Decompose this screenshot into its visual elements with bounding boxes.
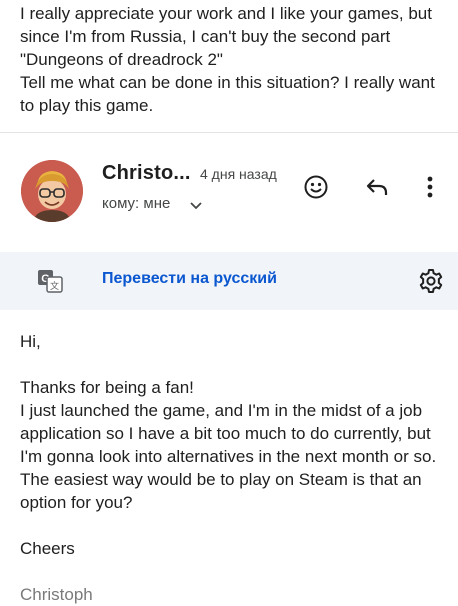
divider (0, 132, 458, 133)
closing: Cheers (20, 539, 75, 558)
smiley-icon[interactable] (301, 172, 331, 202)
previous-message-line: Tell me what can be done in this situati… (20, 73, 435, 115)
message-header: Christo... 4 дня назад кому: мне (0, 150, 458, 240)
translate-link[interactable]: Перевести на русский (102, 270, 277, 288)
recipient-label[interactable]: кому: мне (102, 195, 170, 212)
sender-name[interactable]: Christo... (102, 162, 191, 185)
avatar[interactable] (21, 160, 83, 222)
message-time: 4 дня назад (200, 166, 277, 182)
more-vert-icon[interactable] (418, 172, 442, 202)
previous-message: I really appreciate your work and I like… (20, 2, 445, 117)
google-translate-icon: G 文 (36, 268, 64, 294)
gear-icon[interactable] (416, 266, 446, 296)
greeting: Hi, (20, 332, 41, 351)
message-body: Hi, Thanks for being a fan! I just launc… (20, 330, 440, 606)
reply-icon[interactable] (362, 172, 392, 202)
svg-text:文: 文 (50, 280, 59, 292)
previous-message-line: I really appreciate your work and I like… (20, 4, 432, 69)
chevron-down-icon[interactable] (188, 198, 204, 219)
signature: Christoph (20, 585, 93, 604)
message-line: The easiest way would be to play on Stea… (20, 470, 422, 512)
avatar-illustration (21, 160, 83, 222)
message-line: I just launched the game, and I'm in the… (20, 401, 437, 466)
message-line: Thanks for being a fan! (20, 378, 194, 397)
translate-bar: G 文 Перевести на русский (0, 252, 458, 310)
